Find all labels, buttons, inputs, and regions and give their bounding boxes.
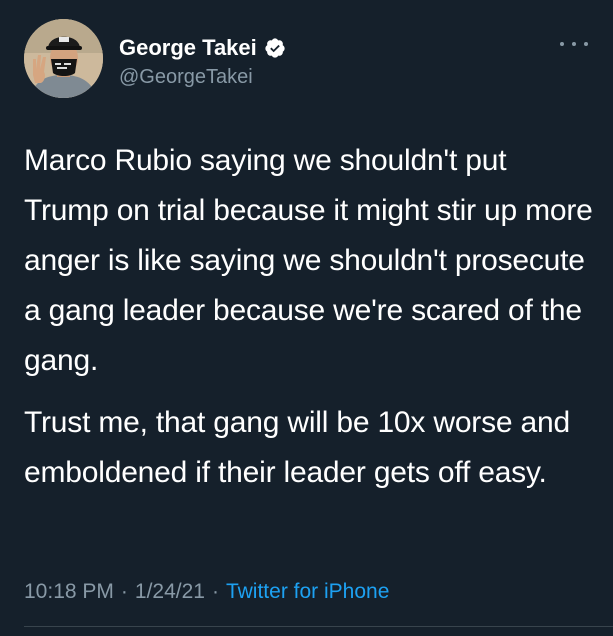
dot-icon <box>584 42 588 46</box>
author-handle[interactable]: @GeorgeTakei <box>119 64 253 90</box>
meta-separator: · <box>120 580 128 603</box>
tweet-meta: 10:18 PM · 1/24/21 · Twitter for iPhone <box>24 578 389 606</box>
divider <box>24 626 613 627</box>
verified-badge-icon <box>264 37 286 59</box>
avatar[interactable] <box>24 19 103 98</box>
more-options-icon[interactable] <box>560 36 588 52</box>
tweet-paragraph: Marco Rubio saying we shouldn't put Trum… <box>24 144 593 377</box>
profile-photo-icon <box>24 19 103 98</box>
tweet-card: George Takei @GeorgeTakei Marco Rubio sa… <box>0 0 613 636</box>
tweet-date[interactable]: 1/24/21 <box>135 578 205 606</box>
source-link[interactable]: Twitter for iPhone <box>226 578 389 606</box>
author-name-row[interactable]: George Takei <box>119 34 286 62</box>
tweet-paragraph: Trust me, that gang will be 10x worse an… <box>24 406 570 489</box>
tweet-text: Marco Rubio saying we shouldn't put Trum… <box>24 136 594 498</box>
dot-icon <box>560 42 564 46</box>
dot-icon <box>572 42 576 46</box>
tweet-time[interactable]: 10:18 PM <box>24 578 114 606</box>
display-name[interactable]: George Takei <box>119 34 257 62</box>
meta-separator: · <box>211 580 219 603</box>
